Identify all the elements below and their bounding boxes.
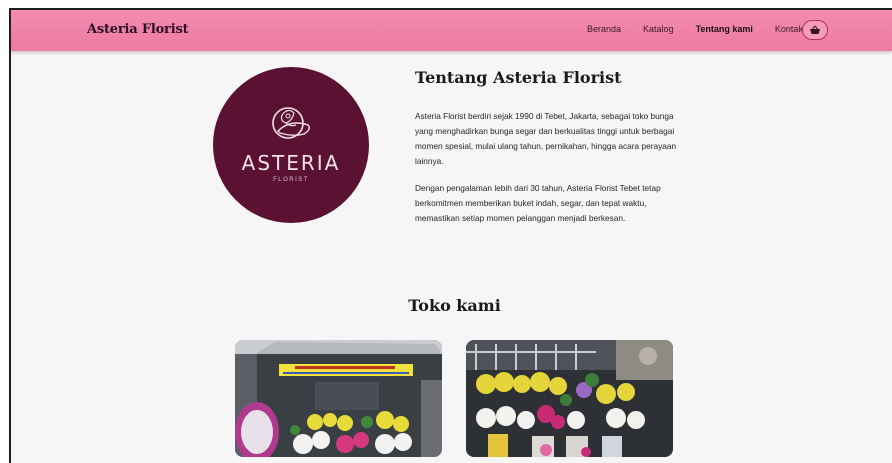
about-title: Tentang Asteria Florist [415,68,622,87]
about-paragraph-1: Asteria Florist berdiri sejak 1990 di Te… [415,111,677,166]
page-frame: Asteria Florist Beranda Katalog Tentang … [9,8,892,463]
brand-logo-text[interactable]: Asteria Florist [87,22,189,37]
flower-logo-icon [272,107,311,139]
logo-subtext: FLORIST [273,177,309,183]
about-paragraph-2: Dengan pengalaman lebih dari 30 tahun, A… [415,183,661,223]
navbar: Asteria Florist Beranda Katalog Tentang … [11,10,892,51]
cart-button[interactable] [802,20,828,40]
asteria-logo: ASTERIA FLORIST [213,67,369,223]
nav-link-katalog[interactable]: Katalog [643,24,674,34]
store-photo-front [235,340,442,457]
store-title: Toko kami [408,296,501,315]
nav-links: Beranda Katalog Tentang kami Kontak [587,24,825,34]
nav-link-tentang-kami[interactable]: Tentang kami [696,24,753,34]
nav-link-beranda[interactable]: Beranda [587,24,621,34]
logo-wordmark: ASTERIA [241,151,341,175]
basket-icon [810,25,820,34]
nav-link-kontak[interactable]: Kontak [775,24,803,34]
store-photo-flowers [466,340,673,457]
